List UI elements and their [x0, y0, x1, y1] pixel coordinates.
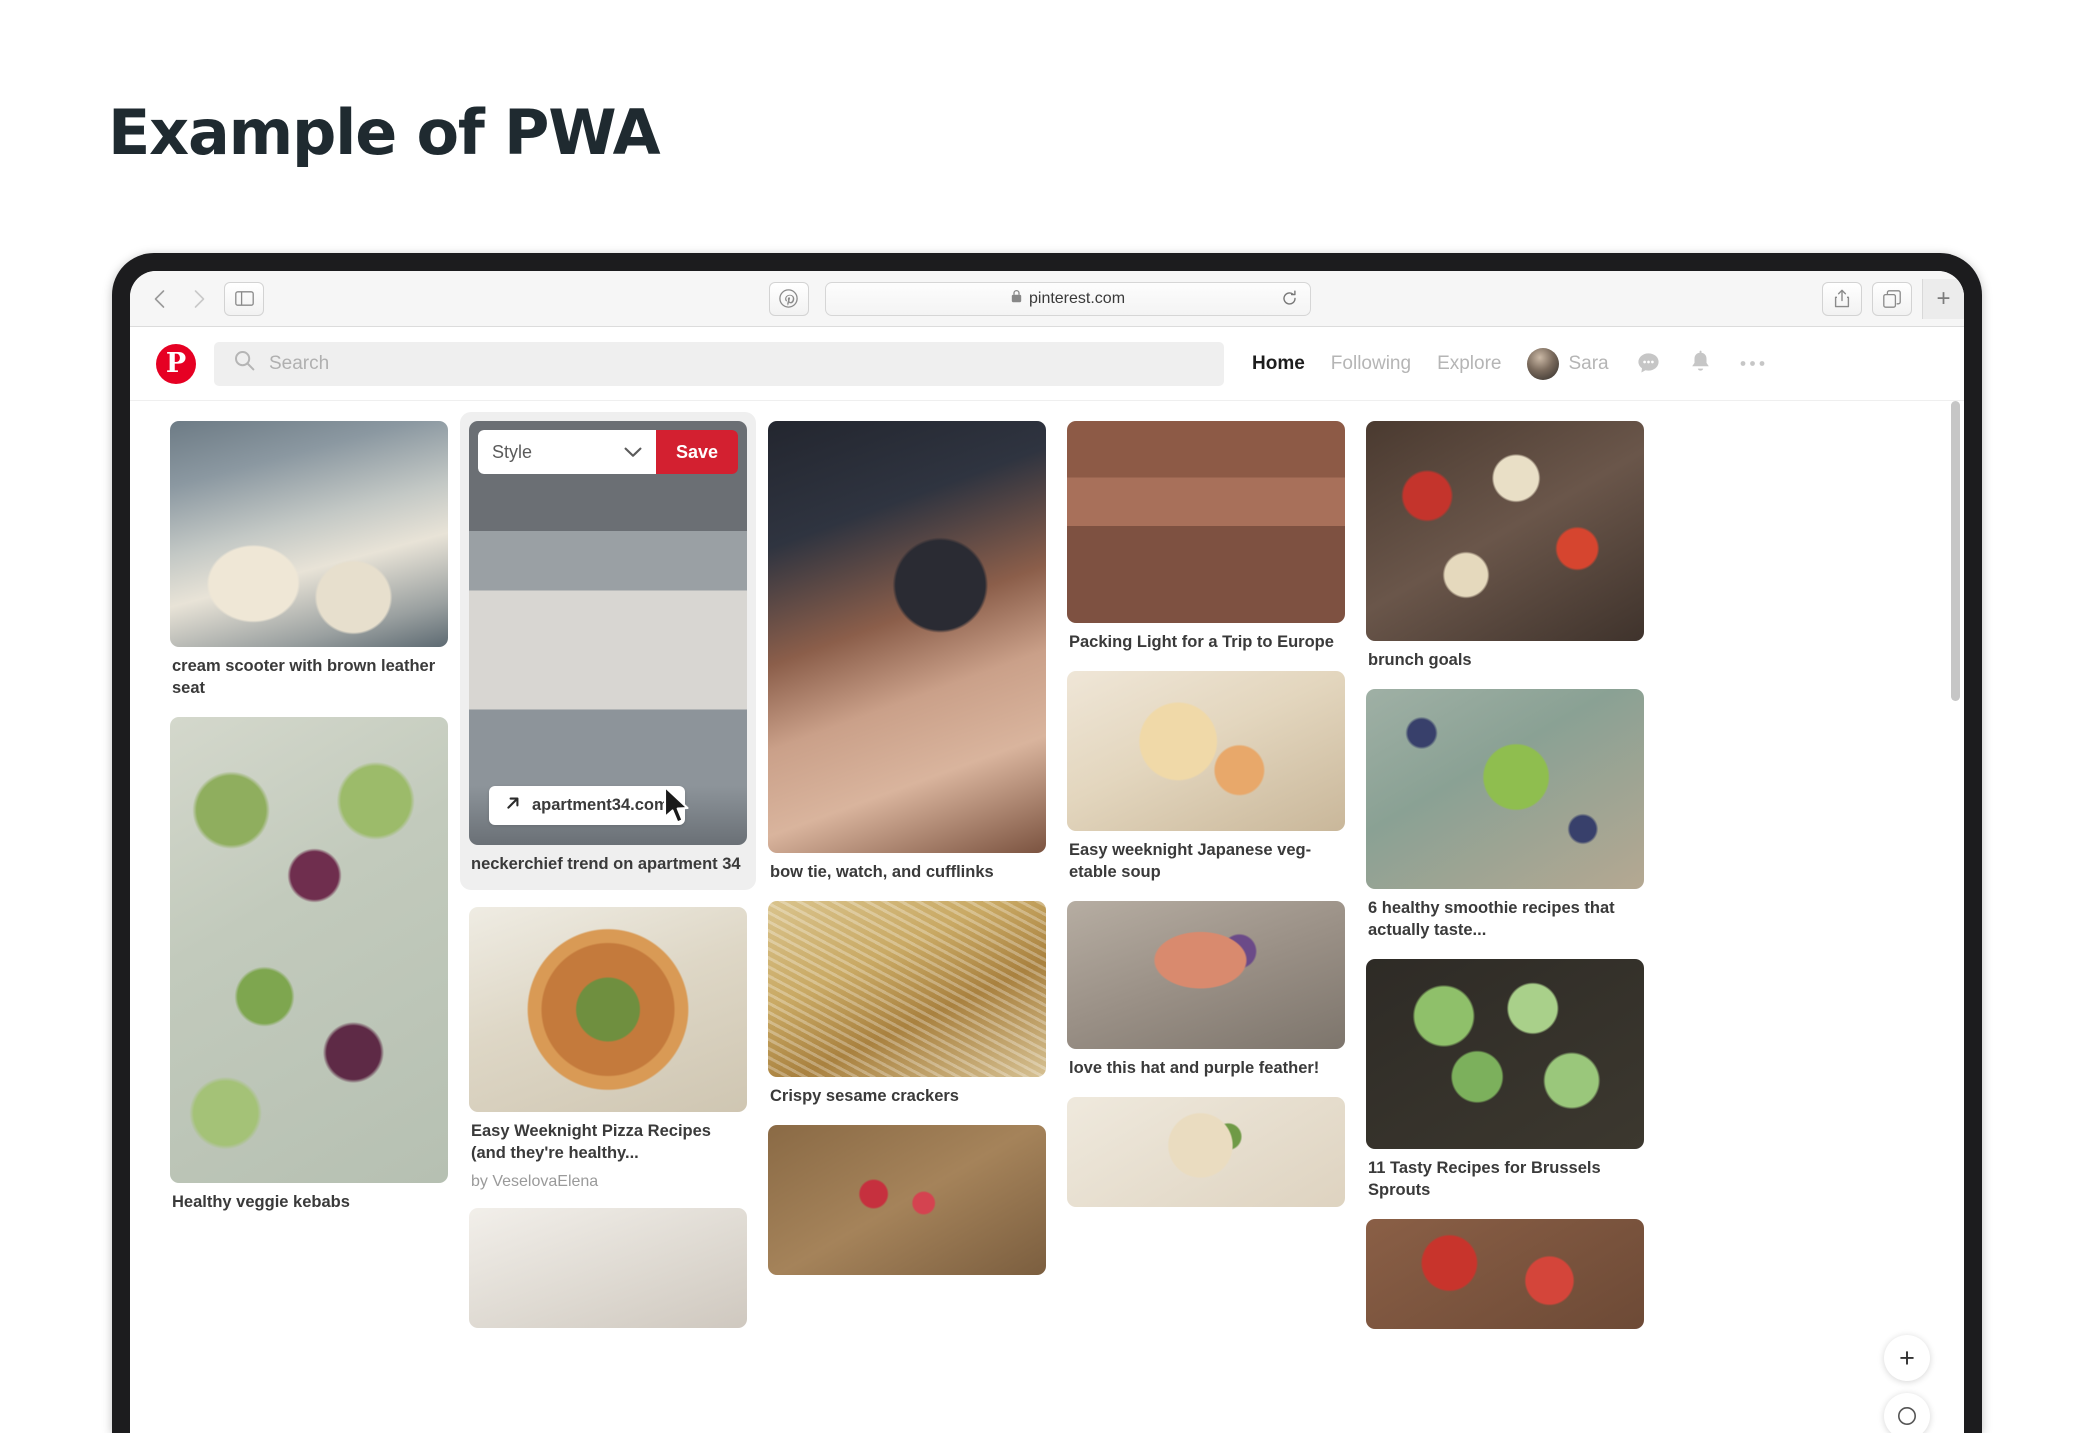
address-bar[interactable]: pinterest.com [824, 281, 1312, 316]
avatar [1527, 347, 1560, 380]
pin-card[interactable]: cream scooter with brown leather seat [170, 421, 448, 700]
pin-image[interactable] [1067, 670, 1345, 831]
pinterest-logo-icon[interactable]: P [156, 343, 196, 384]
pin-title: 6 healthy smoothie recipes that actually… [1368, 898, 1615, 939]
source-domain: apartment34.com [532, 796, 669, 814]
feed-column: Style Save apartment34.com neckerchief t… [460, 412, 756, 1328]
pin-title: Easy Weeknight Pizza Recipes (and they'r… [471, 1121, 711, 1162]
pin-card-hovered[interactable]: Style Save apartment34.com neckerchief t… [460, 412, 756, 890]
user-menu[interactable]: Sara [1527, 347, 1609, 380]
pin-title: cream scooter with brown leather seat [172, 657, 436, 697]
pin-card[interactable]: 11 Tasty Recipes for Brussels Sprouts [1366, 958, 1644, 1202]
pin-title: brunch goals [1368, 651, 1472, 669]
notifications-icon[interactable] [1688, 350, 1713, 377]
pin-card[interactable]: Easy weeknight Japanese veg-etable soup [1067, 670, 1345, 884]
nav-link-explore[interactable]: Explore [1437, 353, 1501, 375]
forward-icon[interactable] [184, 282, 214, 316]
pin-card[interactable]: bow tie, watch, and cufflinks [768, 421, 1046, 884]
external-link-arrow-icon [505, 795, 521, 816]
user-name: Sara [1568, 352, 1609, 374]
scrollbar-track[interactable] [1951, 401, 1960, 1433]
pin-image[interactable] [1366, 958, 1644, 1149]
feed-column: bow tie, watch, and cufflinks Crispy ses… [768, 421, 1046, 1275]
messages-icon[interactable] [1635, 350, 1662, 377]
pin-image[interactable] [768, 900, 1046, 1077]
tablet-device-frame: pinterest.com + P Search Home Following … [112, 253, 1982, 1433]
pin-image[interactable] [170, 716, 448, 1183]
pin-image[interactable]: Style Save apartment34.com [469, 421, 747, 845]
masonry-columns: cream scooter with brown leather seat He… [170, 412, 1924, 1329]
pin-title: neckerchief trend on apartment 34 [471, 855, 741, 873]
pinterest-header: P Search Home Following Explore Sara [130, 327, 1964, 401]
source-link-pill[interactable]: apartment34.com [489, 786, 685, 825]
search-icon [234, 350, 255, 377]
tabs-icon[interactable] [1872, 281, 1913, 316]
nav-link-home[interactable]: Home [1252, 353, 1305, 375]
pin-image[interactable] [469, 1207, 747, 1328]
share-icon[interactable] [1822, 281, 1863, 316]
pin-attribution: by VeselovaElena [471, 1172, 599, 1190]
nav-link-following[interactable]: Following [1331, 353, 1411, 375]
pin-image[interactable] [469, 906, 747, 1112]
pin-card[interactable] [1067, 1096, 1345, 1207]
browser-toolbar: pinterest.com + [130, 271, 1964, 327]
save-overlay: Style Save [478, 430, 738, 474]
scrollbar-thumb[interactable] [1951, 401, 1960, 701]
pin-image[interactable] [1366, 421, 1644, 641]
url-text-group: pinterest.com [1011, 289, 1125, 308]
pin-title: Healthy veggie kebabs [172, 1192, 350, 1211]
pin-card[interactable] [768, 1124, 1046, 1275]
pin-title: love this hat and purple feather! [1069, 1058, 1320, 1077]
pin-image[interactable] [768, 421, 1046, 853]
save-button[interactable]: Save [656, 430, 738, 474]
pin-image[interactable] [1067, 900, 1345, 1049]
board-select-label: Style [492, 441, 533, 462]
browser-right-actions: + [1822, 278, 1964, 319]
url-hostname: pinterest.com [1028, 289, 1126, 307]
pin-title: Crispy sesame crackers [770, 1086, 959, 1105]
search-input[interactable]: Search [214, 341, 1224, 386]
pin-card[interactable]: 6 healthy smoothie recipes that actually… [1366, 688, 1644, 942]
pin-card[interactable] [469, 1207, 747, 1328]
pin-card[interactable]: love this hat and purple feather! [1067, 900, 1345, 1080]
pin-card[interactable]: Easy Weeknight Pizza Recipes (and they'r… [469, 906, 747, 1191]
feed-column: cream scooter with brown leather seat He… [170, 421, 448, 1214]
pin-image[interactable] [1067, 421, 1345, 623]
feed-column: Packing Light for a Trip to Europe Easy … [1067, 421, 1345, 1207]
search-placeholder: Search [269, 352, 330, 374]
pin-image[interactable] [1067, 1096, 1345, 1207]
chevron-down-icon [624, 442, 642, 463]
secondary-floating-button[interactable] [1884, 1393, 1930, 1433]
back-icon[interactable] [144, 282, 174, 316]
pin-feed[interactable]: cream scooter with brown leather seat He… [130, 401, 1964, 1433]
pin-card[interactable]: Packing Light for a Trip to Europe [1067, 421, 1345, 654]
reload-icon[interactable] [1281, 290, 1298, 307]
pin-card[interactable]: Healthy veggie kebabs [170, 716, 448, 1214]
pin-title: bow tie, watch, and cufflinks [770, 863, 994, 881]
add-pin-button[interactable]: + [1884, 1335, 1930, 1381]
pin-title: Packing Light for a Trip to Europe [1069, 633, 1334, 651]
pin-title: Easy weeknight Japanese veg-etable soup [1069, 840, 1312, 881]
pin-title: 11 Tasty Recipes for Brussels Sprouts [1368, 1158, 1601, 1199]
pin-image[interactable] [768, 1124, 1046, 1275]
pin-image[interactable] [1366, 688, 1644, 889]
lock-icon [1011, 289, 1022, 308]
pin-card[interactable]: Crispy sesame crackers [768, 900, 1046, 1108]
pin-card[interactable]: brunch goals [1366, 421, 1644, 672]
pin-image[interactable] [1366, 1218, 1644, 1329]
new-tab-button[interactable]: + [1922, 278, 1964, 319]
pin-image[interactable] [170, 421, 448, 647]
pinterest-favicon[interactable] [768, 281, 809, 316]
sidebar-icon[interactable] [224, 281, 264, 316]
feed-column: brunch goals 6 healthy smoothie recipes … [1366, 421, 1644, 1329]
device-screen: pinterest.com + P Search Home Following … [130, 271, 1964, 1433]
board-select[interactable]: Style [478, 430, 656, 474]
pin-card[interactable] [1366, 1218, 1644, 1329]
header-nav: Home Following Explore Sara [1252, 347, 1766, 380]
more-icon[interactable] [1739, 359, 1766, 368]
page-title: Example of PWA [108, 96, 661, 169]
